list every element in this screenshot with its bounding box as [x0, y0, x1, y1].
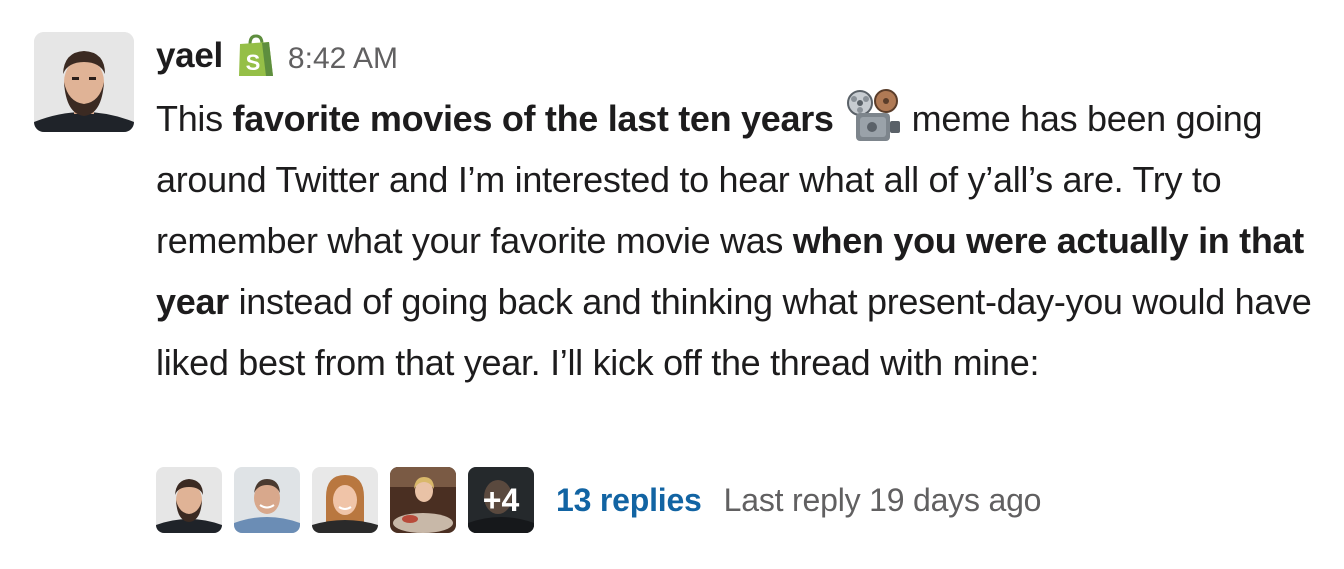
replies-link[interactable]: 13 replies — [556, 482, 702, 519]
message-content: yael S 8:42 AM This favorite movies of t… — [156, 30, 1326, 393]
sender-avatar[interactable] — [34, 32, 134, 132]
more-participants-count: +4 — [482, 481, 520, 518]
shopify-bag-icon[interactable]: S — [236, 34, 276, 78]
last-reply-time: Last reply 19 days ago — [723, 481, 1042, 518]
message-timestamp[interactable]: 8:42 AM — [288, 42, 398, 76]
body-text-3: instead of going back and thinking what … — [156, 281, 1312, 383]
body-bold-1: favorite movies of the last ten years — [232, 98, 834, 139]
participant-avatar-more: +4 — [468, 467, 534, 533]
participant-avatar — [312, 467, 378, 533]
svg-text:S: S — [246, 50, 261, 75]
film-projector-icon — [842, 87, 904, 147]
thread-summary[interactable]: +4 13 replies Last reply 19 days ago — [156, 466, 1041, 534]
participant-avatar — [234, 467, 300, 533]
sender-name[interactable]: yael — [156, 36, 223, 76]
participant-avatar — [390, 467, 456, 533]
message-header: yael S 8:42 AM — [156, 30, 1326, 82]
participant-avatar — [156, 467, 222, 533]
message-body: This favorite movies of the last ten yea… — [156, 87, 1316, 393]
message: yael S 8:42 AM This favorite movies of t… — [0, 0, 1344, 569]
body-text-1: This — [156, 98, 233, 139]
